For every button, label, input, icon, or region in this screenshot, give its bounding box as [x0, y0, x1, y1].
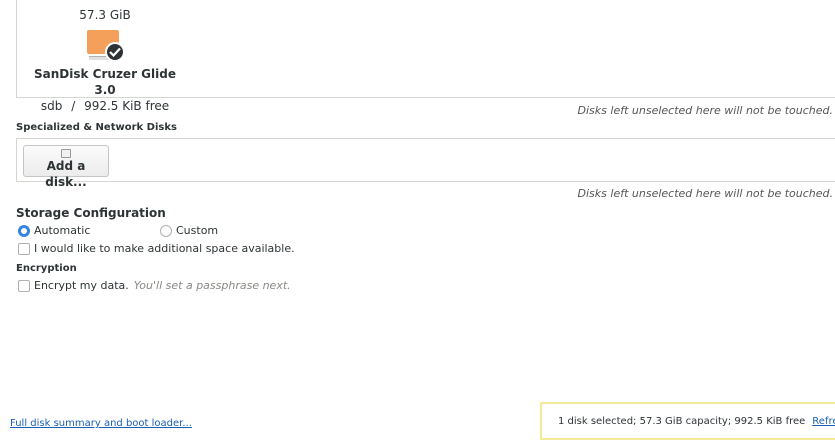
custom-label: Custom	[176, 224, 219, 237]
automatic-radio[interactable]: Automatic	[18, 224, 90, 237]
encrypt-checkbox[interactable]: Encrypt my data. You'll set a passphrase…	[18, 279, 291, 292]
checkbox-icon[interactable]	[18, 279, 30, 292]
radio-unchecked-icon[interactable]	[160, 224, 172, 237]
network-disks-hint: Disks left unselected here will not be t…	[577, 187, 833, 200]
usb-drive-icon	[85, 28, 125, 64]
disk-separator: /	[71, 99, 76, 113]
additional-space-checkbox[interactable]: I would like to make additional space av…	[18, 242, 295, 255]
local-disks-panel: 57.3 GiB SanDisk Cruzer Glide 3.0 sdb / …	[16, 0, 835, 113]
add-disk-label: Add a disk...	[45, 159, 87, 189]
disk-size: 57.3 GiB	[79, 8, 131, 22]
selection-status-bar: 1 disk selected; 57.3 GiB capacity; 992.…	[540, 402, 835, 440]
disk-info: sdb / 992.5 KiB free	[25, 98, 185, 114]
automatic-label: Automatic	[34, 224, 91, 237]
checkbox-icon[interactable]	[18, 242, 30, 255]
local-disks-hint: Disks left unselected here will not be t…	[577, 104, 833, 117]
radio-checked-icon[interactable]	[18, 224, 30, 237]
selection-status: 1 disk selected; 57.3 GiB capacity; 992.…	[558, 415, 806, 427]
refresh-link[interactable]: Refresh...	[812, 416, 835, 427]
add-disk-button[interactable]: Add a disk...	[23, 145, 109, 189]
disk-free: 992.5 KiB free	[84, 99, 170, 113]
network-disks-panel: Add a disk...	[16, 138, 835, 189]
disk-name: SanDisk Cruzer Glide 3.0	[34, 67, 176, 97]
checkmark-icon	[105, 42, 125, 62]
storage-config-title: Storage Configuration	[16, 206, 166, 220]
disk-icon	[61, 149, 71, 158]
network-disks-title: Specialized & Network Disks	[16, 122, 177, 133]
additional-space-label: I would like to make additional space av…	[34, 242, 295, 255]
custom-radio[interactable]: Custom	[160, 224, 218, 237]
encrypt-label: Encrypt my data.	[34, 279, 129, 292]
disk-summary-link[interactable]: Full disk summary and boot loader...	[10, 418, 192, 429]
encrypt-note: You'll set a passphrase next.	[133, 279, 291, 292]
disk-tile-sdb[interactable]: 57.3 GiB SanDisk Cruzer Glide 3.0 sdb / …	[25, 6, 185, 114]
disk-device: sdb	[40, 99, 63, 113]
encryption-title: Encryption	[16, 263, 77, 274]
